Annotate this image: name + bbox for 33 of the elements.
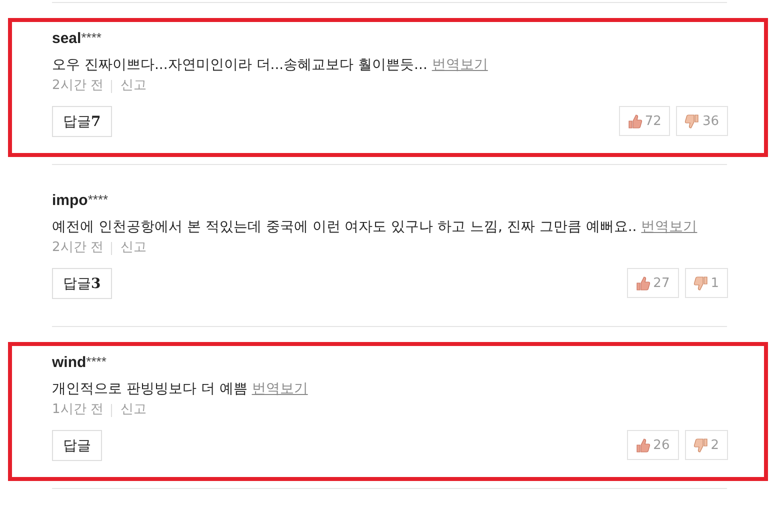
timestamp: 2시간 전 xyxy=(52,77,104,95)
thumbs-down-icon xyxy=(694,438,708,452)
username-mask: **** xyxy=(88,192,108,207)
username-mask: **** xyxy=(81,30,102,45)
translate-link[interactable]: 번역보기 xyxy=(432,57,488,73)
translate-link[interactable]: 번역보기 xyxy=(641,219,698,235)
reply-button[interactable]: 답글7 xyxy=(52,106,112,137)
comment-text: 오우 진짜이쁘다...자연미인이라 더...송혜교보다 훨이쁜듯... 번역보기 xyxy=(52,56,489,75)
report-link[interactable]: 신고 xyxy=(120,238,146,258)
reply-button[interactable]: 답글 xyxy=(52,430,102,461)
like-button[interactable]: 27 xyxy=(627,268,679,298)
comment-text: 예전에 인천공항에서 본 적있는데 중국에 이런 여자도 있구나 하고 느낌, 진짜 그만큼 예뻐요.. 번역보기 xyxy=(52,218,698,237)
username: wind xyxy=(52,354,86,371)
username-mask: **** xyxy=(86,354,106,369)
thumbs-up-icon xyxy=(636,438,650,452)
dislike-button[interactable]: 2 xyxy=(684,430,728,460)
report-link[interactable]: 신고 xyxy=(120,400,146,420)
timestamp: 1시간 전 xyxy=(52,401,104,419)
thumbs-down-icon xyxy=(685,114,700,128)
report-link[interactable]: 신고 xyxy=(120,76,146,96)
dislike-button[interactable]: 1 xyxy=(684,268,728,298)
like-button[interactable]: 72 xyxy=(618,106,670,136)
username: seal xyxy=(52,30,82,47)
thumbs-up-icon xyxy=(636,276,650,290)
thumbs-down-icon xyxy=(694,276,708,290)
username: impo xyxy=(52,192,88,209)
reply-button[interactable]: 답글3 xyxy=(52,268,112,299)
thumbs-up-icon xyxy=(628,114,642,128)
dislike-button[interactable]: 36 xyxy=(676,106,728,136)
like-button[interactable]: 26 xyxy=(627,430,679,460)
translate-link[interactable]: 번역보기 xyxy=(252,381,308,397)
timestamp: 2시간 전 xyxy=(52,239,104,257)
comment-text: 개인적으로 판빙빙보다 더 예쁨 번역보기 xyxy=(52,380,309,399)
